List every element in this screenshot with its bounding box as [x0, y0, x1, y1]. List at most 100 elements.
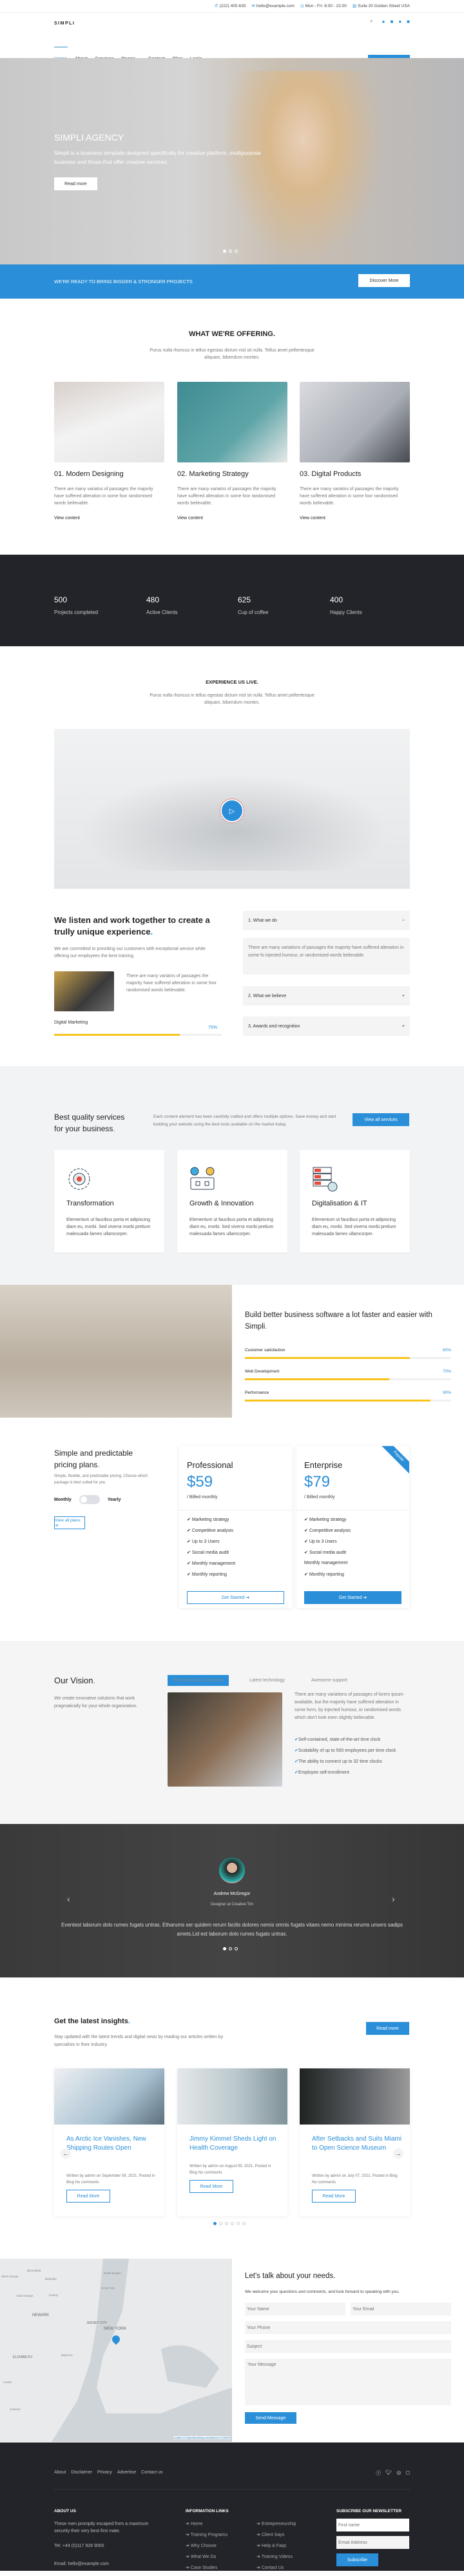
- footer-nav-link[interactable]: ➔ Client Says: [256, 2532, 296, 2543]
- billing-toggle[interactable]: [79, 1495, 100, 1504]
- get-started-button[interactable]: Get Started ➔: [304, 1591, 401, 1604]
- service-title: Growth & Innovation: [189, 1200, 254, 1207]
- footer-nav-link[interactable]: ➔ What We Do: [186, 2554, 227, 2565]
- linkedin-icon[interactable]: ■: [390, 19, 393, 25]
- footer-nav-link[interactable]: ➔ Entrepreneurship: [256, 2521, 296, 2532]
- page-dot[interactable]: [231, 2222, 234, 2225]
- video-thumbnail[interactable]: ▷: [54, 729, 410, 889]
- search-icon[interactable]: ⌕: [370, 18, 372, 25]
- footer-nav-link[interactable]: ➔ Training Videos: [256, 2554, 296, 2565]
- newsletter-email-input[interactable]: [336, 2536, 409, 2549]
- twitter-icon[interactable]: ■: [407, 19, 410, 25]
- github-icon[interactable]: ◎: [396, 2470, 401, 2477]
- card-title: 02. Marketing Strategy: [177, 470, 249, 478]
- slide-dot[interactable]: [223, 1947, 226, 1950]
- chevron-right-icon[interactable]: ›: [392, 1894, 395, 1904]
- facebook-icon[interactable]: ●: [382, 19, 385, 25]
- page-dot[interactable]: [242, 2222, 246, 2225]
- map-attribution[interactable]: Leaflet | © OpenStreetMap contributors ©…: [173, 2436, 231, 2439]
- arrow-left-icon[interactable]: ←: [61, 2148, 71, 2159]
- phone-input[interactable]: [245, 2321, 451, 2334]
- blog-card: After Setbacks and Suits Miami to Open S…: [300, 2068, 410, 2216]
- chevron-left-icon[interactable]: ‹: [67, 1894, 70, 1904]
- first-name-input[interactable]: [336, 2519, 409, 2531]
- check-icon: ✔: [187, 1540, 192, 1544]
- listen-heading: We listen and work together to create a …: [54, 915, 210, 936]
- slide-dot[interactable]: [235, 1947, 238, 1950]
- pinterest-icon[interactable]: ●: [398, 19, 401, 25]
- accordion-what-we-believe[interactable]: 2. What we believe +: [243, 986, 410, 1006]
- view-all-plans-button[interactable]: View all plans ➔: [54, 1516, 85, 1529]
- page-dot[interactable]: [237, 2222, 240, 2225]
- view-all-services-button[interactable]: View all services: [353, 1113, 409, 1126]
- tab-awesome-support[interactable]: Awesome support: [305, 1675, 353, 1686]
- footer-link-privacy[interactable]: Privacy: [97, 2470, 112, 2475]
- footer-nav-link[interactable]: ➔ Why Choose: [186, 2543, 227, 2554]
- twitter-icon[interactable]: 🐦︎: [385, 2470, 392, 2477]
- stat-label: Active Clients: [146, 609, 178, 615]
- skill-percent: 90%: [442, 1391, 451, 1395]
- vision-body: There are many variations of passages of…: [295, 1692, 403, 1720]
- skill-percent: 75%: [208, 1025, 218, 1030]
- footer-nav-link[interactable]: ➔ Training Programs: [186, 2532, 227, 2543]
- blog-read-more-button[interactable]: Read More: [66, 2190, 110, 2203]
- accordion-body: There are many variations of passages th…: [243, 938, 410, 975]
- view-content-link[interactable]: View content: [300, 516, 410, 520]
- footer-link-advertise[interactable]: Advertise: [117, 2470, 136, 2475]
- facebook-icon[interactable]: ⓕ: [376, 2470, 381, 2477]
- blog-read-more-button[interactable]: Read More: [189, 2180, 233, 2193]
- plan-period: / Billed monthly: [187, 1495, 218, 1500]
- service-title: Transformation: [66, 1200, 114, 1207]
- blog-image: [54, 2068, 164, 2125]
- accordion-what-we-do[interactable]: 1. What we do −: [243, 911, 410, 930]
- footer-nav-link[interactable]: ➔ Help & Faqs: [256, 2543, 296, 2554]
- billing-toggle-group: Monthly Yearly: [54, 1495, 121, 1504]
- message-textarea[interactable]: [245, 2359, 451, 2405]
- email-input[interactable]: [351, 2303, 451, 2315]
- name-input[interactable]: [245, 2303, 345, 2315]
- arrow-right-icon[interactable]: →: [393, 2148, 403, 2159]
- email-info[interactable]: ✉ hello@example.com: [251, 3, 294, 8]
- accordion-awards[interactable]: 3. Awards and recognition +: [243, 1016, 410, 1036]
- card-text: There are many variatns of passages the …: [54, 487, 153, 506]
- footer-nav-link[interactable]: ➔ Home: [186, 2521, 227, 2532]
- blog-title[interactable]: After Setbacks and Suits Miami to Open S…: [312, 2135, 402, 2153]
- play-icon[interactable]: ▷: [220, 799, 244, 822]
- map[interactable]: NEWARK JERSEY CITY NEW YORK ELIZABETH Bl…: [0, 2259, 232, 2442]
- discover-more-button[interactable]: Discover More: [358, 274, 410, 287]
- footer-link-disclaimer[interactable]: Disclaimer: [71, 2470, 92, 2475]
- blog-title[interactable]: Jimmy Kimmel Sheds Light on Health Cover…: [189, 2135, 280, 2153]
- handshake-image: [0, 1285, 232, 1418]
- read-more-button[interactable]: Read more: [54, 177, 97, 190]
- phone-info: ✆ (222) 400-630: [215, 4, 246, 8]
- subscribe-button[interactable]: Subscribe: [336, 2553, 378, 2566]
- banner-text: WE'RE READY TO BRING BIGGER & STRONGER P…: [54, 279, 193, 284]
- slide-dot[interactable]: [223, 250, 226, 253]
- logo[interactable]: SIMPLI: [54, 21, 75, 26]
- footer-link-contact[interactable]: Contact us: [141, 2470, 162, 2475]
- insights-read-more-button[interactable]: Read more: [366, 2022, 409, 2035]
- footer-link-about[interactable]: About: [54, 2470, 66, 2475]
- skill-label: Performance: [245, 1391, 269, 1395]
- tab-latest-technology[interactable]: Latest technology: [244, 1675, 291, 1686]
- slide-dot[interactable]: [229, 250, 232, 253]
- page-dot[interactable]: [225, 2222, 228, 2225]
- stat-item: 400 Happy Clients: [330, 595, 362, 615]
- page-dot[interactable]: [219, 2222, 222, 2225]
- feature-list: ✔ Marketing strategy ✔ Competitive analy…: [304, 1517, 351, 1583]
- instagram-icon[interactable]: ◻: [405, 2470, 410, 2477]
- view-content-link[interactable]: View content: [54, 516, 164, 520]
- footer-email[interactable]: Email: hello@example.com: [54, 2561, 109, 2568]
- tab-we-care[interactable]: We Care Our Customers: [168, 1675, 229, 1686]
- view-content-link[interactable]: View content: [177, 516, 287, 520]
- slide-dot[interactable]: [235, 250, 238, 253]
- blog-title[interactable]: As Arctic Ice Vanishes, New Shipping Rou…: [66, 2135, 157, 2153]
- subject-input[interactable]: [245, 2340, 451, 2353]
- slide-dot[interactable]: [229, 1947, 232, 1950]
- blog-meta: Written by admin on September 09, 2021. …: [66, 2174, 155, 2185]
- send-message-button[interactable]: Send Message: [245, 2412, 296, 2424]
- blog-read-more-button[interactable]: Read More: [312, 2190, 356, 2203]
- get-started-button[interactable]: Get Started ➔: [187, 1591, 284, 1604]
- stat-label: Cup of coffee: [238, 609, 269, 615]
- page-dot[interactable]: [213, 2222, 217, 2225]
